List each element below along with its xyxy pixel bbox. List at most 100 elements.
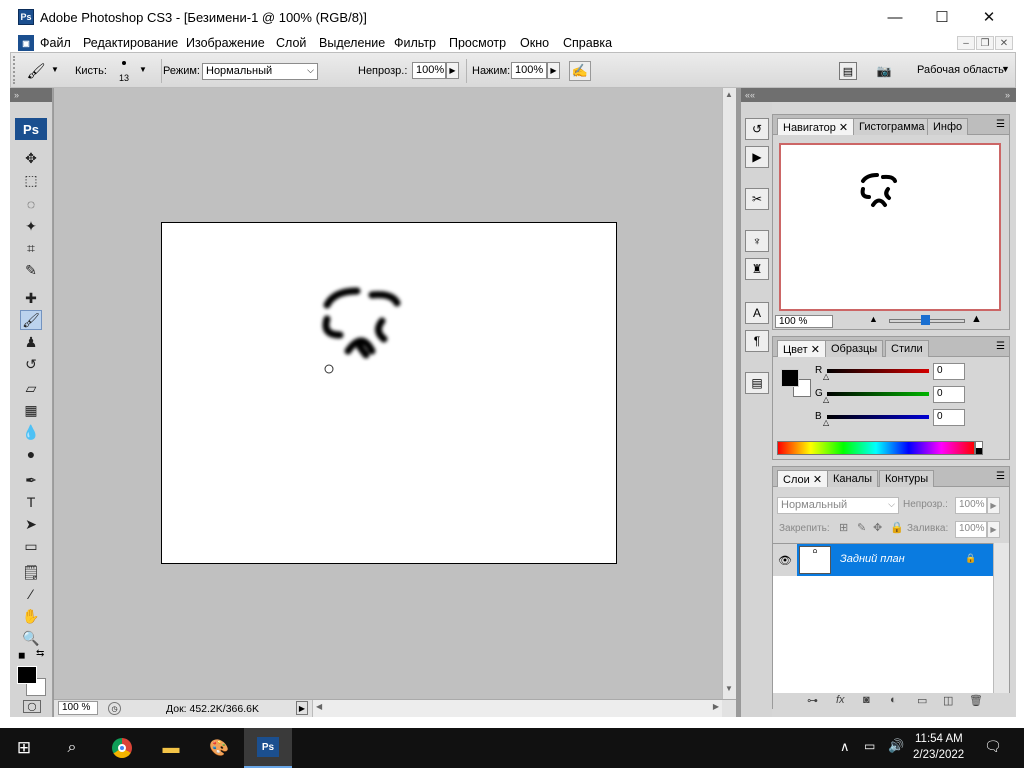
tab-channels[interactable]: Каналы (827, 470, 879, 487)
history-brush-tool-icon[interactable]: ↺ (20, 354, 42, 374)
menu-select[interactable]: Выделение (319, 36, 385, 50)
channel-value[interactable]: 0 (933, 363, 965, 380)
channel-slider[interactable] (827, 415, 929, 419)
eraser-tool-icon[interactable]: ▱ (20, 378, 42, 398)
character-icon[interactable]: A (745, 302, 769, 324)
zoom-field[interactable]: 100 % (58, 701, 98, 715)
doc-minimize-button[interactable]: – (957, 36, 975, 50)
brush-tool-icon[interactable]: 🖌 (20, 310, 42, 330)
menu-window[interactable]: Окно (520, 36, 549, 50)
horizontal-scrollbar[interactable]: ◀ ▶ (312, 700, 722, 717)
maximize-button[interactable]: ☐ (919, 0, 965, 34)
new-group-icon[interactable]: ▭ (917, 694, 927, 707)
fill-field[interactable]: 100% (955, 521, 987, 538)
tab-swatches[interactable]: Образцы (825, 340, 884, 357)
clock-time[interactable]: 11:54 AM (915, 733, 963, 745)
foreground-color-swatch[interactable] (17, 666, 37, 684)
delete-layer-icon[interactable]: 🗑 (969, 694, 983, 707)
bridge-icon[interactable]: 📷 (873, 62, 895, 80)
tab-close-icon[interactable]: ✕ (811, 344, 820, 356)
workspace-dropdown-icon[interactable]: ▼ (1001, 64, 1010, 74)
zoom-tool-icon[interactable]: 🔍 (20, 628, 42, 648)
navigator-preview[interactable] (779, 143, 1001, 311)
tab-color[interactable]: Цвет ✕ (777, 340, 826, 357)
gradient-tool-icon[interactable]: ▦ (20, 400, 42, 420)
menu-view[interactable]: Просмотр (449, 36, 506, 50)
fill-arrow[interactable]: ▶ (987, 521, 1000, 538)
mode-select[interactable]: Нормальный ⌵ (202, 63, 318, 80)
notifications-icon[interactable]: 🗨 (984, 738, 1002, 755)
tab-styles[interactable]: Стили (885, 340, 929, 357)
panels-collapse-icon[interactable]: » (772, 88, 1016, 102)
canvas[interactable] (161, 222, 617, 564)
document-icon[interactable]: ▣ (18, 35, 34, 51)
slider-handle-icon[interactable]: △ (823, 372, 829, 381)
tab-histogram[interactable]: Гистограмма (853, 118, 931, 135)
eyedropper-tool-icon[interactable]: ⁄ (20, 584, 42, 604)
dodge-tool-icon[interactable]: ● (20, 444, 42, 464)
lock-image-icon[interactable]: ✎ (857, 521, 866, 534)
lasso-tool-icon[interactable]: ◌ (20, 194, 42, 214)
layer-style-icon[interactable]: fx (836, 694, 845, 706)
notes-tool-icon[interactable]: 🗒 (20, 562, 42, 582)
airbrush-icon[interactable]: ✍ (569, 61, 591, 81)
tab-paths[interactable]: Контуры (879, 470, 935, 487)
default-colors-icon[interactable]: ◼ (18, 650, 25, 661)
paragraph-icon[interactable]: ¶ (745, 330, 769, 352)
paint-icon[interactable]: 🎨 (207, 736, 231, 760)
slider-handle-icon[interactable]: △ (823, 395, 829, 404)
channel-slider[interactable] (827, 369, 929, 373)
history-icon[interactable]: ↺ (745, 118, 769, 140)
shape-tool-icon[interactable]: ▭ (20, 536, 42, 556)
menu-filter[interactable]: Фильтр (394, 36, 436, 50)
pen-tool-icon[interactable]: ✒ (20, 470, 42, 490)
zoom-in-icon[interactable]: ▲ (971, 313, 982, 325)
tab-navigator[interactable]: Навигатор ✕ (777, 118, 855, 135)
windows-start-icon[interactable]: ⊞ (12, 736, 36, 760)
menu-image[interactable]: Изображение (186, 36, 265, 50)
menu-edit[interactable]: Редактирование (83, 36, 178, 50)
opacity-field[interactable]: 100% (412, 62, 446, 79)
menu-help[interactable]: Справка (563, 36, 612, 50)
actions-icon[interactable]: ▶ (745, 146, 769, 168)
network-icon[interactable]: ▭ (864, 739, 875, 753)
tab-info[interactable]: Инфо (927, 118, 969, 135)
blur-tool-icon[interactable]: 💧 (20, 422, 42, 442)
status-icon[interactable]: ◷ (108, 702, 121, 715)
chrome-icon[interactable] (110, 736, 134, 760)
panel-menu-icon[interactable]: ☰ (996, 119, 1005, 130)
adjustment-layer-icon[interactable]: ◐ (890, 694, 897, 706)
eye-icon[interactable]: 👁 (773, 544, 797, 576)
layer-comps-icon[interactable]: ▤ (745, 372, 769, 394)
clone-stamp-tool-icon[interactable]: ♟ (20, 332, 42, 352)
layer-opacity-arrow[interactable]: ▶ (987, 497, 1000, 514)
menu-layer[interactable]: Слой (276, 36, 306, 50)
search-icon[interactable]: ⌕ (60, 736, 84, 760)
brush-preset-icon[interactable]: 🖌 (25, 61, 47, 81)
workspace-label[interactable]: Рабочая область (917, 64, 1004, 76)
black-white-ramp[interactable] (975, 441, 983, 455)
marquee-tool-icon[interactable]: ⬚ (20, 170, 42, 190)
minimize-button[interactable]: — (872, 0, 918, 34)
magic-wand-tool-icon[interactable]: ✦ (20, 216, 42, 236)
fg-color-swatch[interactable] (781, 369, 799, 387)
channel-value[interactable]: 0 (933, 386, 965, 403)
new-layer-icon[interactable]: ◫ (943, 694, 953, 707)
brushes-icon[interactable]: ♆ (745, 230, 769, 252)
opacity-arrow-button[interactable]: ▶ (446, 62, 459, 79)
clock-date[interactable]: 2/23/2022 (913, 749, 964, 761)
flow-arrow-button[interactable]: ▶ (547, 62, 560, 79)
link-layers-icon[interactable]: ⊶ (807, 694, 818, 707)
palette-well-icon[interactable]: ▤ (839, 62, 857, 80)
channel-value[interactable]: 0 (933, 409, 965, 426)
vertical-scrollbar[interactable]: ▲ ▼ (722, 88, 736, 699)
layer-name[interactable]: Задний план (840, 553, 905, 565)
status-menu-arrow-icon[interactable]: ▶ (296, 701, 308, 715)
doc-close-button[interactable]: ✕ (995, 36, 1013, 50)
file-explorer-icon[interactable]: ▬ (159, 736, 183, 760)
lock-all-icon[interactable]: 🔒 (890, 521, 904, 534)
tab-close-icon[interactable]: ✕ (839, 122, 848, 134)
photoshop-taskbar-button[interactable]: Ps (244, 728, 292, 768)
slice-tool-icon[interactable]: ✎ (20, 260, 42, 280)
preset-dropdown-icon[interactable]: ▼ (51, 65, 59, 74)
